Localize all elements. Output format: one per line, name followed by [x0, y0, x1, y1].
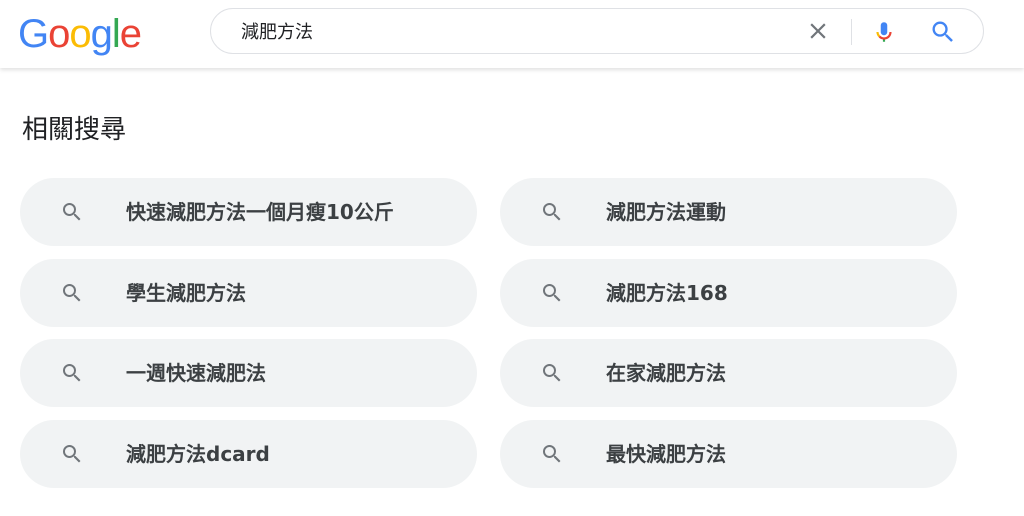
- related-search-label: 學生減肥方法: [126, 281, 246, 305]
- close-icon: [810, 23, 826, 39]
- related-search-chip[interactable]: 減肥方法dcard: [20, 420, 477, 488]
- search-input[interactable]: [241, 9, 781, 53]
- logo-letter: G: [18, 12, 49, 56]
- search-icon: [63, 203, 81, 221]
- clear-search-button[interactable]: [805, 18, 831, 44]
- logo-letter: l: [111, 12, 121, 56]
- related-search-label: 最快減肥方法: [606, 442, 726, 466]
- search-icon: [543, 445, 561, 463]
- search-divider: [851, 19, 852, 45]
- search-icon: [932, 21, 953, 42]
- google-logo[interactable]: Google: [18, 10, 142, 58]
- related-search-chip[interactable]: 一週快速減肥法: [20, 339, 477, 407]
- related-search-chip[interactable]: 在家減肥方法: [500, 339, 957, 407]
- search-icon: [543, 284, 561, 302]
- related-search-label: 減肥方法運動: [606, 200, 726, 224]
- header: Google: [0, 0, 1024, 68]
- related-search-label: 快速減肥方法一個月瘦10公斤: [126, 200, 394, 224]
- search-icon: [63, 284, 81, 302]
- related-search-label: 一週快速減肥法: [126, 361, 266, 385]
- logo-letter: g: [90, 12, 113, 56]
- search-icon: [63, 445, 81, 463]
- related-search-chip[interactable]: 減肥方法運動: [500, 178, 957, 246]
- search-submit-button[interactable]: [929, 18, 957, 46]
- logo-letter: o: [48, 12, 70, 56]
- logo-letter: o: [69, 12, 91, 56]
- related-search-chip[interactable]: 學生減肥方法: [20, 259, 477, 327]
- related-search-chip[interactable]: 減肥方法168: [500, 259, 957, 327]
- search-icon: [63, 364, 81, 382]
- search-icon: [543, 203, 561, 221]
- related-search-label: 在家減肥方法: [606, 361, 726, 385]
- voice-search-button[interactable]: [871, 18, 897, 46]
- logo-letter: e: [119, 12, 142, 56]
- search-box: [210, 8, 984, 54]
- related-search-label: 減肥方法dcard: [126, 442, 270, 466]
- search-icon: [543, 364, 561, 382]
- related-search-chip[interactable]: 快速減肥方法一個月瘦10公斤: [20, 178, 477, 246]
- related-search-label: 減肥方法168: [606, 281, 728, 305]
- related-searches-title: 相關搜尋: [22, 115, 127, 145]
- related-search-chip[interactable]: 最快減肥方法: [500, 420, 957, 488]
- microphone-icon: [876, 22, 892, 42]
